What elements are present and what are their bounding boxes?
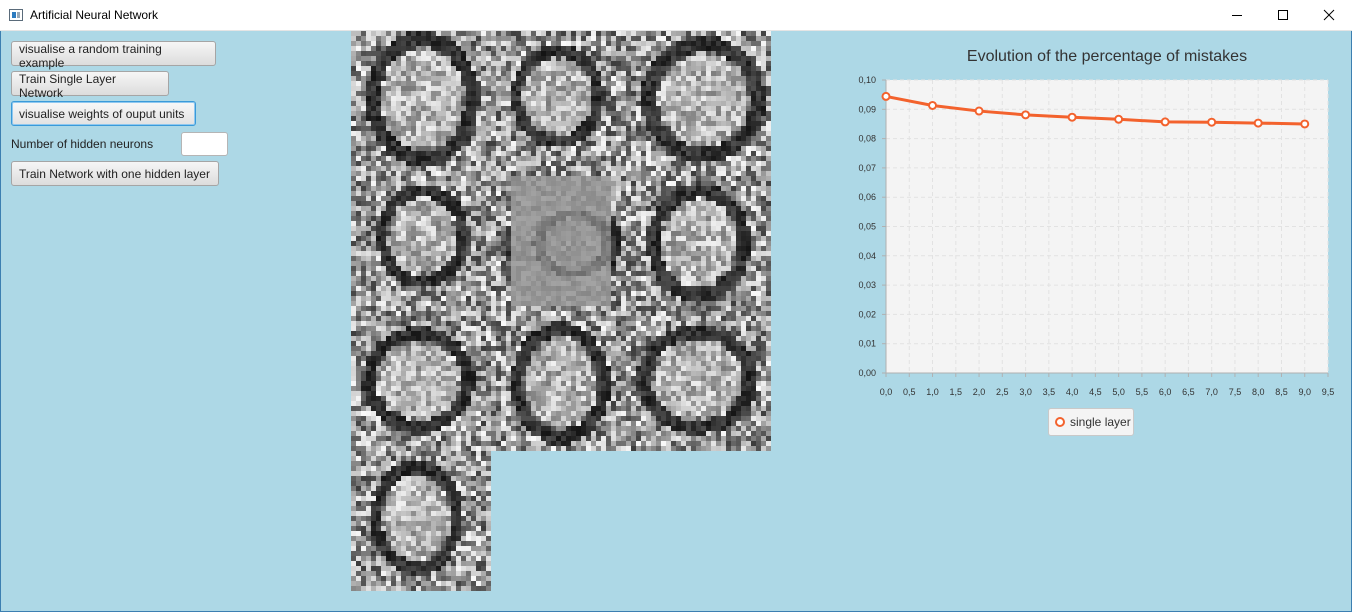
x-tick-label: 8,5 <box>1275 387 1288 397</box>
data-point <box>1207 117 1217 127</box>
x-tick-label: 2,0 <box>973 387 986 397</box>
data-point <box>1160 117 1170 127</box>
x-tick-label: 0,0 <box>880 387 893 397</box>
y-tick-label: 0,09 <box>858 104 876 114</box>
y-tick-label: 0,03 <box>858 280 876 290</box>
data-point <box>928 100 938 110</box>
data-point <box>1021 110 1031 120</box>
data-point <box>1067 112 1077 122</box>
y-tick-label: 0,07 <box>858 163 876 173</box>
data-point <box>881 91 891 101</box>
y-tick-label: 0,01 <box>858 339 876 349</box>
data-point <box>1300 119 1310 129</box>
x-tick-label: 6,5 <box>1182 387 1195 397</box>
chart-legend: single layer <box>1048 408 1134 436</box>
data-point <box>1114 114 1124 124</box>
x-tick-label: 1,0 <box>926 387 939 397</box>
y-tick-label: 0,08 <box>858 134 876 144</box>
x-tick-label: 7,0 <box>1205 387 1218 397</box>
x-tick-label: 2,5 <box>996 387 1009 397</box>
x-tick-label: 5,5 <box>1136 387 1149 397</box>
y-tick-label: 0,10 <box>858 75 876 85</box>
data-point <box>1253 118 1263 128</box>
x-tick-label: 4,5 <box>1089 387 1102 397</box>
x-tick-label: 3,0 <box>1019 387 1032 397</box>
y-tick-label: 0,06 <box>858 192 876 202</box>
x-tick-label: 6,0 <box>1159 387 1172 397</box>
x-tick-label: 8,0 <box>1252 387 1265 397</box>
x-tick-label: 3,5 <box>1043 387 1056 397</box>
x-tick-label: 0,5 <box>903 387 916 397</box>
x-tick-label: 1,5 <box>950 387 963 397</box>
x-tick-label: 7,5 <box>1229 387 1242 397</box>
legend-label: single layer <box>1070 415 1131 429</box>
line-chart: 0,0 0,5 1,0 1,5 2,0 2,5 3,0 3,5 4,0 4,5 5,0 5,5 6,0 6… <box>858 75 1335 397</box>
x-tick-label: 9,0 <box>1298 387 1311 397</box>
x-tick-label: 4,0 <box>1066 387 1079 397</box>
y-tick-label: 0,00 <box>858 368 876 378</box>
data-point <box>974 106 984 116</box>
x-tick-label: 5,0 <box>1112 387 1125 397</box>
legend-symbol-icon <box>1055 417 1065 427</box>
y-tick-label: 0,05 <box>858 222 876 232</box>
x-tick-label: 9,5 <box>1322 387 1335 397</box>
y-tick-label: 0,02 <box>858 309 876 319</box>
y-tick-label: 0,04 <box>858 251 876 261</box>
